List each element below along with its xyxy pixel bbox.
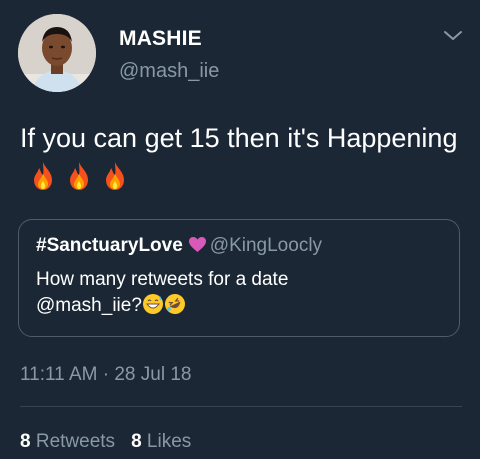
fire-icon [66, 161, 92, 191]
chevron-down-icon[interactable] [442, 28, 464, 44]
quoted-text-line1: How many retweets for a date [36, 269, 289, 290]
rolling-laughing-icon [164, 293, 186, 315]
likes-count: 8 [131, 431, 142, 452]
likes-label: Likes [146, 431, 192, 452]
tweet-body: If you can get 15 then it's Happening [20, 123, 458, 153]
quoted-text-line2: @mash_iie? [36, 295, 142, 316]
quoted-tweet[interactable]: #SanctuaryLove @KingLoocly How many retwe… [18, 219, 460, 337]
retweets-count: 8 [20, 431, 31, 452]
likes-stat[interactable]: 8 Likes [131, 431, 191, 452]
tweet-timestamp: 11:11 AM · 28 Jul 18 [20, 364, 192, 385]
fire-icon [30, 161, 56, 191]
quoted-tweet-text: How many retweets for a date @mash_iie? [36, 267, 446, 319]
tweet-card: MASHIE @mash_iie If you can get 15 then … [0, 0, 480, 459]
avatar[interactable] [18, 14, 96, 92]
quoted-author-handle: @KingLoocly [209, 235, 323, 256]
retweets-stat[interactable]: 8 Retweets [20, 431, 115, 452]
quoted-author-name: #SanctuaryLove [36, 235, 183, 256]
divider [20, 406, 462, 407]
tweet-stats: 8 Retweets 8 Likes [20, 431, 191, 453]
user-handle[interactable]: @mash_iie [119, 60, 219, 83]
display-name[interactable]: MASHIE [119, 27, 202, 51]
quoted-tweet-header: #SanctuaryLove @KingLoocly [36, 235, 322, 257]
tweet-text: If you can get 15 then it's Happening [20, 119, 460, 195]
purple-heart-icon [188, 236, 207, 253]
fire-icon [102, 161, 128, 191]
retweets-label: Retweets [35, 431, 116, 452]
grinning-sweat-icon [142, 293, 164, 315]
